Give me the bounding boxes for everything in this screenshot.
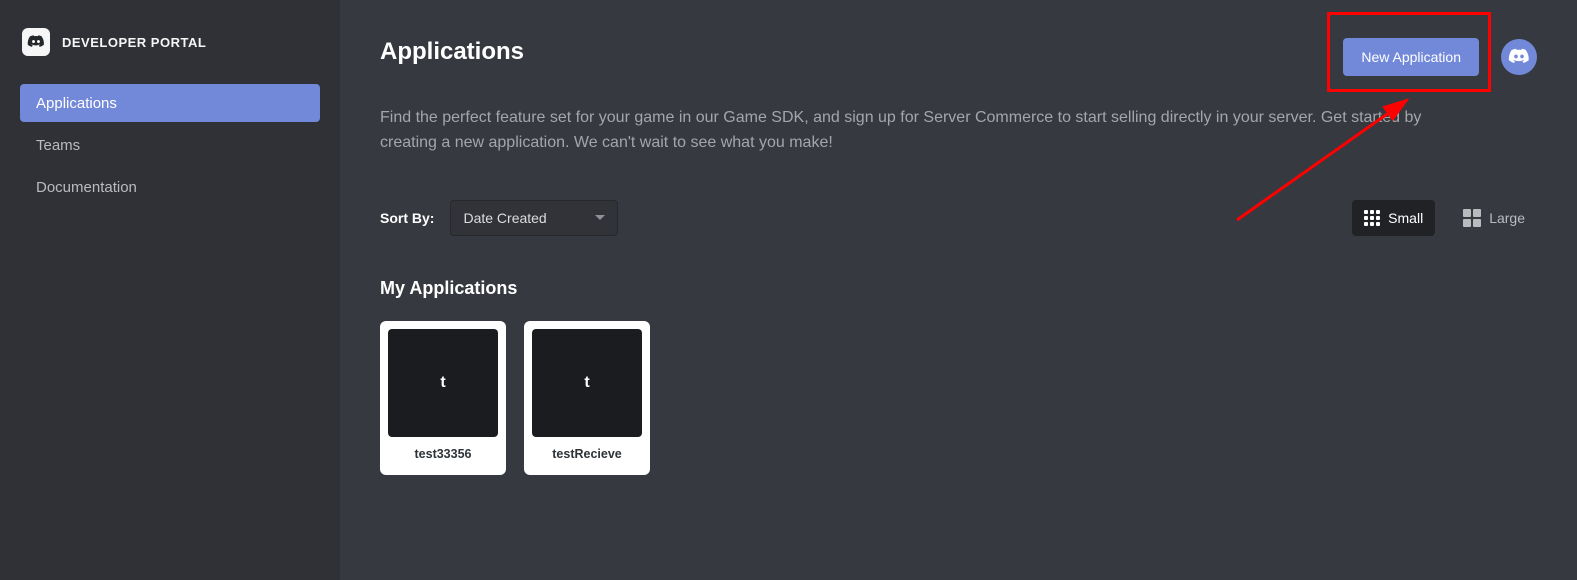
grid-large-icon [1463,209,1481,227]
app-cards: t test33356 t testRecieve [380,321,1537,475]
header-right: New Application [1343,38,1537,76]
app-thumb: t [532,329,642,437]
section-title: My Applications [380,278,1537,299]
app-name: testRecieve [532,437,642,467]
avatar[interactable] [1501,39,1537,75]
view-small-button[interactable]: Small [1352,200,1435,236]
app-thumb: t [388,329,498,437]
page-title: Applications [380,38,524,66]
controls-row: Sort By: Date Created Small Large [380,200,1537,236]
sort-selected: Date Created [463,210,546,226]
sort-wrap: Sort By: Date Created [380,200,618,236]
sort-label: Sort By: [380,210,434,226]
chevron-down-icon [595,215,605,220]
app-name: test33356 [388,437,498,467]
sidebar: DEVELOPER PORTAL Applications Teams Docu… [0,0,340,580]
discord-logo-icon [22,28,50,56]
sort-select[interactable]: Date Created [450,200,618,236]
new-application-button[interactable]: New Application [1343,38,1479,76]
grid-small-icon [1364,210,1380,226]
header-row: Applications New Application [380,38,1537,76]
sidebar-item-documentation[interactable]: Documentation [20,168,320,206]
view-large-button[interactable]: Large [1451,200,1537,236]
main: Applications New Application Find the pe… [340,0,1577,580]
sidebar-item-applications[interactable]: Applications [20,84,320,122]
app-card[interactable]: t testRecieve [524,321,650,475]
app-card[interactable]: t test33356 [380,321,506,475]
nav: Applications Teams Documentation [0,78,340,212]
page-description: Find the perfect feature set for your ga… [380,106,1430,156]
view-small-label: Small [1388,210,1423,226]
brand-label: DEVELOPER PORTAL [62,35,206,50]
view-toggle: Small Large [1352,200,1537,236]
logo-row: DEVELOPER PORTAL [0,28,340,78]
sidebar-item-teams[interactable]: Teams [20,126,320,164]
view-large-label: Large [1489,210,1525,226]
discord-icon [1508,46,1530,68]
